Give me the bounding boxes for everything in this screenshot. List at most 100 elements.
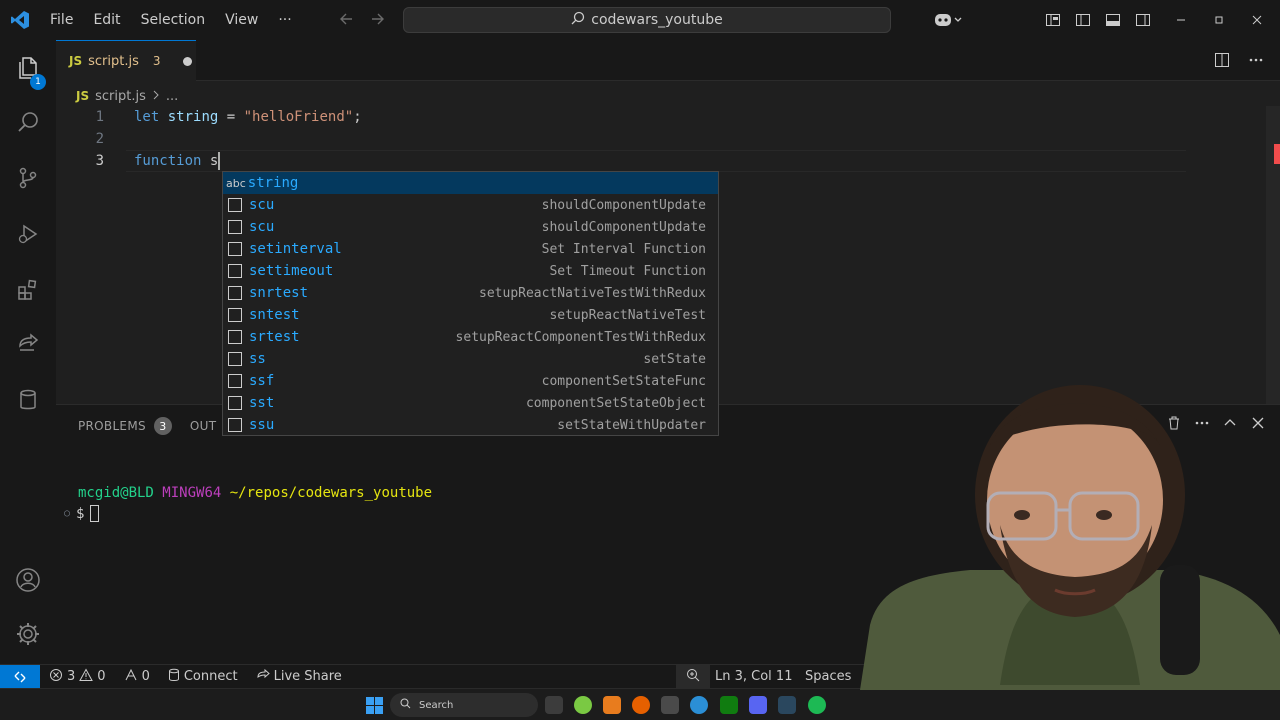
snippet-icon	[228, 242, 242, 256]
problems-status[interactable]: 3 0	[40, 667, 115, 686]
tab-problem-count: 3	[152, 54, 161, 68]
vscode-logo-icon	[0, 0, 40, 40]
suggestion-item[interactable]: ssu setStateWithUpdater	[223, 414, 718, 436]
taskbar-search[interactable]: Search	[390, 693, 538, 717]
error-icon	[49, 668, 63, 686]
live-share-status[interactable]: Live Share	[247, 668, 351, 686]
breadcrumb-more[interactable]: ...	[166, 89, 178, 104]
taskbar-app-icon[interactable]	[808, 696, 826, 714]
minimize-icon[interactable]	[1158, 0, 1204, 40]
snippet-icon	[228, 374, 242, 388]
taskbar-app-icon[interactable]	[574, 696, 592, 714]
toggle-secondary-sidebar-icon[interactable]	[1128, 0, 1158, 40]
snippet-icon	[228, 330, 242, 344]
menu-edit[interactable]: Edit	[83, 0, 130, 40]
taskbar-app-icon[interactable]	[545, 696, 563, 714]
snippet-icon	[228, 220, 242, 234]
snippet-icon	[228, 418, 242, 432]
editor-actions	[1214, 52, 1264, 72]
taskbar-app-icon[interactable]	[661, 696, 679, 714]
snippet-icon	[228, 264, 242, 278]
suggestion-item[interactable]: setinterval Set Interval Function	[223, 238, 718, 260]
cursor-position[interactable]: Ln 3, Col 11	[706, 665, 801, 688]
toggle-sidebar-icon[interactable]	[1068, 0, 1098, 40]
breadcrumb-file[interactable]: script.js	[95, 89, 146, 104]
line-number: 1	[95, 109, 104, 125]
zoom-status[interactable]	[676, 665, 710, 688]
accounts-icon[interactable]	[0, 560, 56, 600]
terminal-input-line[interactable]: ○ $	[64, 505, 100, 522]
tab-output[interactable]: OUT	[190, 419, 216, 433]
warning-icon	[79, 667, 94, 686]
js-file-icon: JS	[69, 54, 83, 68]
code-line: 2	[56, 128, 1256, 150]
taskbar-app-icon[interactable]	[749, 696, 767, 714]
menu-selection[interactable]: Selection	[131, 0, 216, 40]
remote-indicator[interactable]	[0, 665, 40, 688]
windows-start-icon[interactable]	[366, 697, 383, 718]
taskbar-app-icon[interactable]	[603, 696, 621, 714]
indentation-status[interactable]: Spaces	[796, 665, 860, 688]
ports-icon	[124, 668, 138, 686]
run-debug-icon[interactable]	[0, 214, 56, 254]
unsaved-dot-icon[interactable]	[182, 56, 192, 66]
restore-icon[interactable]	[1204, 0, 1234, 40]
terminal-prompt-line: mcgid@BLD MINGW64 ~/repos/codewars_youtu…	[78, 485, 433, 501]
connect-status[interactable]: Connect	[159, 668, 247, 686]
menu-file[interactable]: File	[40, 0, 83, 40]
suggestion-item[interactable]: settimeout Set Timeout Function	[223, 260, 718, 282]
database-icon[interactable]	[0, 380, 56, 420]
text-cursor	[218, 152, 221, 170]
search-icon	[400, 698, 411, 712]
error-marker	[1274, 144, 1280, 164]
suggestion-item[interactable]: ssf componentSetStateFunc	[223, 370, 718, 392]
live-share-icon[interactable]	[0, 324, 56, 364]
menu-view[interactable]: View	[215, 0, 268, 40]
suggestion-item[interactable]: abc string	[223, 172, 718, 194]
suggestion-item[interactable]: scu shouldComponentUpdate	[223, 216, 718, 238]
suggestion-item[interactable]: sst componentSetStateObject	[223, 392, 718, 414]
taskbar-app-icon[interactable]	[720, 696, 738, 714]
more-actions-icon[interactable]	[1248, 52, 1264, 72]
source-control-icon[interactable]	[0, 158, 56, 198]
text-suggestion-icon: abc	[226, 176, 246, 190]
suggestion-item[interactable]: ss setState	[223, 348, 718, 370]
extensions-icon[interactable]	[0, 270, 56, 310]
snippet-icon	[228, 198, 242, 212]
suggest-widget: abc string scu shouldComponentUpdate scu s…	[222, 171, 719, 436]
explorer-badge: 1	[30, 74, 46, 90]
snippet-icon	[228, 352, 242, 366]
problems-count-badge: 3	[153, 417, 172, 435]
menu-more[interactable]: ···	[268, 0, 301, 40]
breadcrumb: JS script.js ...	[76, 86, 178, 106]
copilot-icon[interactable]	[928, 0, 968, 40]
windows-taskbar: Search	[0, 688, 1280, 720]
forward-arrow-icon[interactable]	[368, 8, 386, 34]
toggle-panel-icon[interactable]	[1098, 0, 1128, 40]
taskbar-app-icon[interactable]	[632, 696, 650, 714]
customize-layout-icon[interactable]	[1038, 0, 1068, 40]
code-line: 3 function s	[56, 150, 1256, 172]
panel-tabs: PROBLEMS 3 OUT	[78, 417, 216, 435]
suggestion-item[interactable]: snrtest setupReactNativeTestWithRedux	[223, 282, 718, 304]
suggestion-item[interactable]: scu shouldComponentUpdate	[223, 194, 718, 216]
tab-problems[interactable]: PROBLEMS	[78, 419, 146, 433]
command-center-search[interactable]: codewars_youtube	[403, 7, 891, 33]
manage-gear-icon[interactable]	[0, 614, 56, 654]
taskbar-app-icon[interactable]	[778, 696, 796, 714]
taskbar-app-icon[interactable]	[690, 696, 708, 714]
nav-arrows	[338, 8, 386, 34]
tab-script-js[interactable]: JS script.js 3	[56, 40, 196, 81]
split-editor-icon[interactable]	[1214, 52, 1230, 72]
tab-bar: JS script.js 3	[56, 40, 1280, 81]
ports-status[interactable]: 0	[115, 668, 159, 686]
back-arrow-icon[interactable]	[338, 8, 356, 34]
suggestion-item[interactable]: sntest setupReactNativeTest	[223, 304, 718, 326]
search-view-icon[interactable]	[0, 102, 56, 142]
live-share-icon	[256, 668, 270, 686]
chevron-right-icon	[152, 89, 160, 104]
explorer-icon[interactable]: 1	[0, 48, 56, 90]
suggestion-item[interactable]: srtest setupReactComponentTestWithRedux	[223, 326, 718, 348]
terminal-status-dot-icon: ○	[64, 508, 71, 519]
close-window-icon[interactable]	[1234, 0, 1280, 40]
